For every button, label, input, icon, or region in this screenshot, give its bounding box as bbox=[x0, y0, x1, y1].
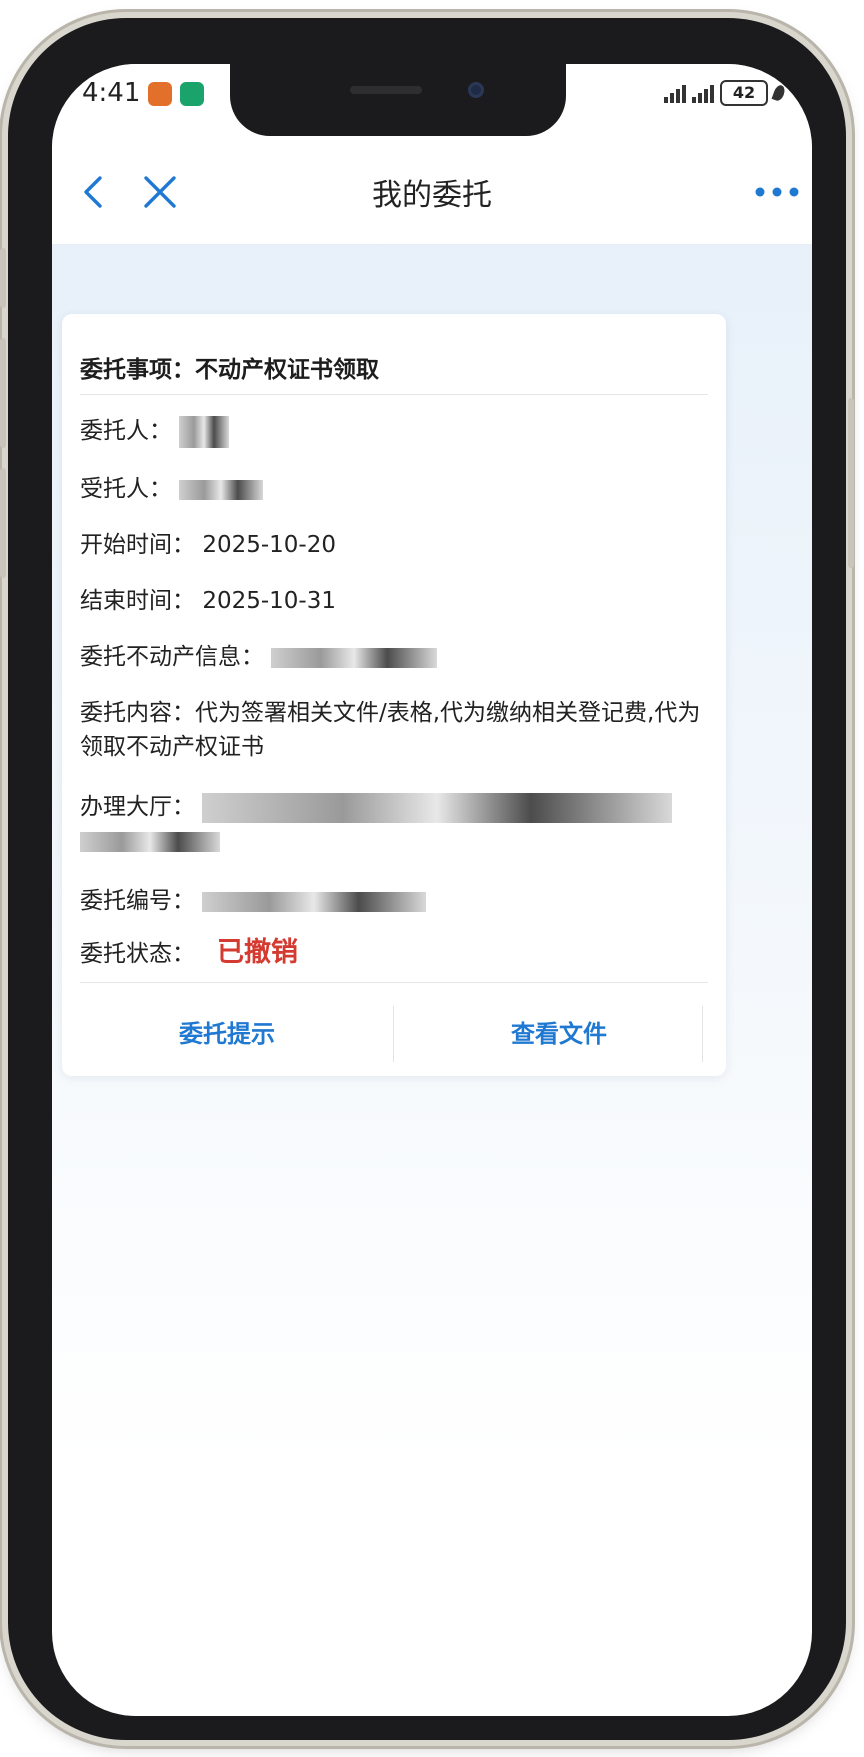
power-button bbox=[848, 398, 854, 568]
more-icon[interactable] bbox=[752, 182, 802, 202]
number-label: 委托编号： bbox=[80, 888, 195, 914]
screen: 4:41 42 我的委托 委托事项：不动产权证书领取 委托人： 受托人： 开始时… bbox=[52, 64, 812, 1716]
end-time-label: 结束时间： bbox=[80, 588, 195, 614]
client-row: 委托人： bbox=[80, 414, 710, 448]
end-time-row: 结束时间： 2025-10-31 bbox=[80, 584, 710, 618]
agent-redacted bbox=[179, 479, 264, 500]
agent-label: 受托人： bbox=[80, 476, 172, 502]
page-title: 我的委托 bbox=[372, 178, 492, 213]
wechat-icon bbox=[180, 82, 204, 106]
action-separator-right bbox=[702, 1006, 703, 1062]
entrustment-hint-button[interactable]: 委托提示 bbox=[62, 986, 392, 1076]
status-row: 委托状态： 已撤销 bbox=[80, 936, 710, 971]
hall-redacted-2 bbox=[80, 831, 220, 852]
status-badge: 已撤销 bbox=[217, 937, 298, 968]
agent-row: 受托人： bbox=[80, 472, 710, 506]
volume-up-button bbox=[0, 338, 6, 448]
battery-icon: 42 bbox=[720, 80, 768, 106]
start-time-label: 开始时间： bbox=[80, 532, 195, 558]
mute-switch bbox=[0, 248, 6, 308]
start-time-row: 开始时间： 2025-10-20 bbox=[80, 528, 710, 562]
front-camera bbox=[468, 82, 484, 98]
power-saving-icon bbox=[771, 83, 787, 103]
view-files-button[interactable]: 查看文件 bbox=[394, 986, 724, 1076]
speaker bbox=[350, 86, 422, 94]
entrustment-matter: 委托事项：不动产权证书领取 bbox=[80, 357, 379, 383]
notch bbox=[230, 64, 566, 136]
content-row: 委托内容：代为签署相关文件/表格,代为缴纳相关登记费,代为领取不动产权证书 bbox=[80, 696, 710, 764]
content-label: 委托内容： bbox=[80, 700, 195, 726]
property-info-row: 委托不动产信息： bbox=[80, 640, 710, 674]
signal-icon bbox=[664, 83, 686, 103]
client-redacted bbox=[179, 415, 230, 448]
hall-row: 办理大厅： bbox=[80, 790, 710, 858]
nav-bar: 我的委托 bbox=[52, 134, 812, 245]
hall-redacted-1 bbox=[202, 792, 673, 823]
signal-2-icon bbox=[692, 83, 714, 103]
volume-down-button bbox=[0, 468, 6, 578]
number-redacted bbox=[202, 891, 427, 912]
status-time: 4:41 bbox=[82, 78, 141, 108]
actions-divider bbox=[80, 982, 708, 983]
start-time-value: 2025-10-20 bbox=[202, 532, 336, 558]
hall-label: 办理大厅： bbox=[80, 794, 195, 820]
client-label: 委托人： bbox=[80, 418, 172, 444]
weibo-icon bbox=[148, 82, 172, 106]
title-divider bbox=[80, 394, 708, 395]
property-info-redacted bbox=[271, 647, 438, 668]
number-row: 委托编号： bbox=[80, 884, 710, 918]
property-info-label: 委托不动产信息： bbox=[80, 644, 264, 670]
end-time-value: 2025-10-31 bbox=[202, 588, 336, 614]
entrustment-card: 委托事项：不动产权证书领取 委托人： 受托人： 开始时间： 2025-10-20… bbox=[62, 314, 726, 1076]
status-label: 委托状态： bbox=[80, 941, 195, 967]
card-actions: 委托提示 查看文件 bbox=[62, 986, 726, 1076]
phone-frame: 4:41 42 我的委托 委托事项：不动产权证书领取 委托人： 受托人： 开始时… bbox=[0, 18, 854, 1740]
